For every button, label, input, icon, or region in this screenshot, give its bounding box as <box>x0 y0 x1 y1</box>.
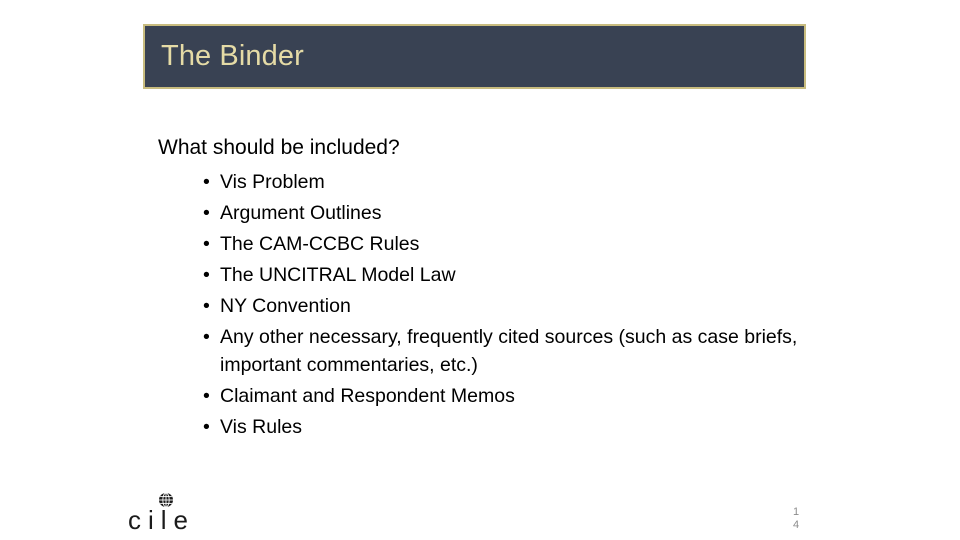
page-number: 1 4 <box>793 506 817 532</box>
bullet-dot-icon: • <box>203 264 210 286</box>
list-item: • Vis Rules <box>203 413 808 441</box>
list-item: • Vis Problem <box>203 168 808 196</box>
list-item-label: Claimant and Respondent Memos <box>220 385 515 407</box>
list-item-label: NY Convention <box>220 295 351 317</box>
list-item-label: Argument Outlines <box>220 202 382 224</box>
list-item: • Argument Outlines <box>203 199 808 227</box>
slide-canvas: The Binder What should be included? • Vi… <box>0 0 960 540</box>
body-lead-question: What should be included? <box>158 136 400 159</box>
list-item-label: Any other necessary, frequently cited so… <box>220 326 798 376</box>
list-item-label: Vis Problem <box>220 171 325 193</box>
bullet-dot-icon: • <box>203 233 210 255</box>
bullet-dot-icon: • <box>203 326 210 348</box>
list-item-label: Vis Rules <box>220 416 303 438</box>
slide-title-box: The Binder <box>143 24 806 89</box>
page-title: The Binder <box>161 40 304 72</box>
bullet-dot-icon: • <box>203 416 210 438</box>
list-item: • The UNCITRAL Model Law <box>203 261 808 289</box>
page-number-digit-2: 4 <box>793 519 800 531</box>
bullet-dot-icon: • <box>203 295 210 317</box>
globe-icon <box>158 492 174 508</box>
list-item: • Claimant and Respondent Memos <box>203 382 808 410</box>
bullet-dot-icon: • <box>203 202 210 224</box>
page-number-digit-1: 1 <box>793 506 800 518</box>
list-item: • NY Convention <box>203 292 808 320</box>
logo-wordmark: cile <box>128 505 196 535</box>
list-item-label: The CAM-CCBC Rules <box>220 233 420 255</box>
bullet-dot-icon: • <box>203 171 210 193</box>
binder-contents-list: • Vis Problem • Argument Outlines • The … <box>203 168 808 441</box>
bullet-dot-icon: • <box>203 385 210 407</box>
list-item-label: The UNCITRAL Model Law <box>220 264 456 286</box>
slide-body: What should be included? • Vis Problem •… <box>158 133 808 444</box>
cile-logo: cile <box>128 492 208 534</box>
list-item: • Any other necessary, frequently cited … <box>203 323 808 379</box>
list-item: • The CAM-CCBC Rules <box>203 230 808 258</box>
